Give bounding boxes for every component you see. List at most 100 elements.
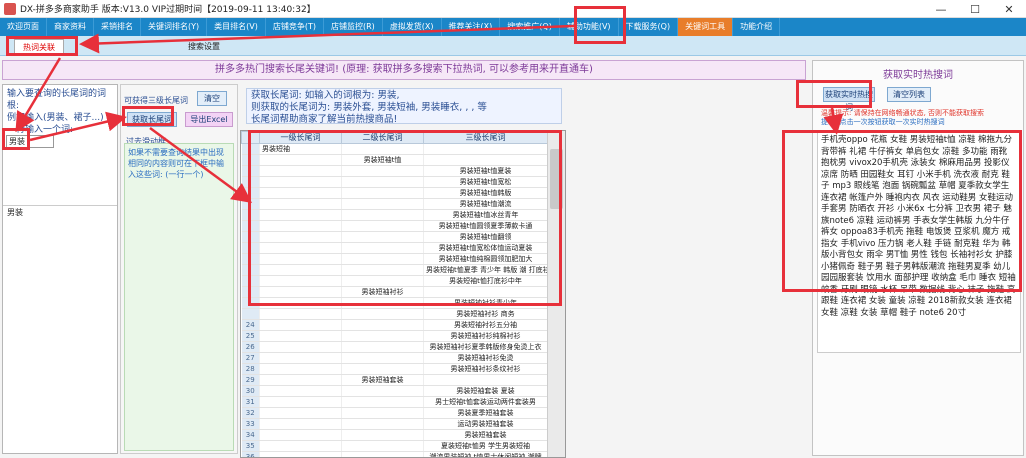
export-excel-button[interactable]: 导出Excel bbox=[185, 112, 233, 127]
table-row[interactable]: 30 男装短袖套装 夏装 bbox=[241, 385, 548, 397]
cell-level1 bbox=[259, 363, 342, 375]
cell-level1 bbox=[259, 330, 342, 342]
cell-level3: 夏装短袖t恤男 学生男装短袖 bbox=[423, 440, 548, 452]
cell-level1 bbox=[259, 352, 342, 364]
menu-sales-rank[interactable]: 采销排名 bbox=[94, 18, 141, 36]
list-item[interactable]: 男装 bbox=[3, 206, 117, 219]
cell-level3: 男装短袖衬衫条纹衬衫 bbox=[423, 363, 548, 375]
cell-level2 bbox=[341, 330, 424, 342]
menu-feature-intro[interactable]: 功能介绍 bbox=[733, 18, 781, 36]
menu-download[interactable]: 下载服务(Q) bbox=[619, 18, 679, 36]
row-number: 28 bbox=[241, 363, 260, 375]
menu-welcome[interactable]: 欢迎页面 bbox=[0, 18, 47, 36]
table-row[interactable]: 男装短袖衬衫 商务 bbox=[241, 308, 548, 320]
title-bar: DX-拼多多商家助手 版本:V13.0 VIP过期时间【2019-09-11 1… bbox=[0, 0, 1026, 18]
row-number: 25 bbox=[241, 330, 260, 342]
menu-store-competition[interactable]: 店铺竞争(T) bbox=[266, 18, 324, 36]
window-title: DX-拼多多商家助手 版本:V13.0 VIP过期时间【2019-09-11 1… bbox=[20, 5, 316, 15]
tab-search-settings[interactable]: 搜索设置 bbox=[180, 39, 228, 54]
cell-level1 bbox=[259, 407, 342, 419]
table-row[interactable]: 35 夏装短袖t恤男 学生男装短袖 bbox=[241, 440, 548, 452]
table-row[interactable]: 33 运动男装短袖套装 bbox=[241, 418, 548, 430]
menu-follow[interactable]: 推荐关注(X) bbox=[442, 18, 501, 36]
row-number bbox=[241, 308, 260, 320]
cell-level1 bbox=[259, 451, 342, 457]
row-number: 27 bbox=[241, 352, 260, 364]
cell-level1 bbox=[259, 385, 342, 397]
table-row[interactable]: 24 男装短袖衬衫五分袖 bbox=[241, 319, 548, 331]
info-line: 则获取的长尾词为: 男装外套, 男装短袖, 男装睡衣, , , 等 bbox=[251, 102, 487, 113]
cell-level2 bbox=[341, 385, 424, 397]
close-button[interactable]: ✕ bbox=[992, 0, 1026, 18]
menu-search-promo[interactable]: 搜索推广(Q) bbox=[500, 18, 560, 36]
cell-level1 bbox=[259, 319, 342, 331]
info-line: 长尾词帮助商家了解当前热搜商品! bbox=[251, 114, 398, 125]
cell-level2 bbox=[341, 308, 424, 320]
annotation-highlight bbox=[574, 6, 626, 44]
third-level-label: 可获得三级长尾词 bbox=[124, 96, 188, 105]
clear-list-button[interactable]: 清空列表 bbox=[887, 87, 931, 102]
menu-merchant-info[interactable]: 商家资料 bbox=[47, 18, 94, 36]
row-number: 29 bbox=[241, 374, 260, 386]
menu-keyword-rank[interactable]: 关键词排名(Y) bbox=[141, 18, 208, 36]
row-number: 32 bbox=[241, 407, 260, 419]
cell-level1 bbox=[259, 429, 342, 441]
row-number: 30 bbox=[241, 385, 260, 397]
row-number: 34 bbox=[241, 429, 260, 441]
table-row[interactable]: 32 男装夏季短袖套装 bbox=[241, 407, 548, 419]
table-row[interactable]: 28 男装短袖衬衫条纹衬衫 bbox=[241, 363, 548, 375]
table-row[interactable]: 31 男士短袖t恤套装运动两件套装男 bbox=[241, 396, 548, 408]
hot-search-title: 获取实时热搜词 bbox=[883, 70, 953, 81]
window-controls: — ☐ ✕ bbox=[924, 0, 1026, 18]
cell-level2 bbox=[341, 363, 424, 375]
table-row[interactable]: 34 男装短袖套装 bbox=[241, 429, 548, 441]
table-row[interactable]: 25 男装短袖衬衫纯棉衬衫 bbox=[241, 330, 548, 342]
cell-level2 bbox=[341, 319, 424, 331]
minimize-button[interactable]: — bbox=[924, 0, 958, 18]
cell-level2 bbox=[341, 352, 424, 364]
row-number: 26 bbox=[241, 341, 260, 353]
cell-level2 bbox=[341, 418, 424, 430]
cell-level3: 男装短袖套装 bbox=[423, 429, 548, 441]
row-number: 35 bbox=[241, 440, 260, 452]
annotation-highlight bbox=[122, 106, 174, 126]
clear-button[interactable]: 清空 bbox=[197, 91, 227, 106]
cell-level2 bbox=[341, 341, 424, 353]
cell-level1 bbox=[259, 308, 342, 320]
menu-store-monitor[interactable]: 店铺监控(R) bbox=[324, 18, 383, 36]
table-row[interactable]: 36 潮流男装短袖 t恤男士休闲短袖 潮牌 bbox=[241, 451, 548, 457]
menu-keyword-tools[interactable]: 关键词工具 bbox=[678, 18, 734, 36]
annotation-highlight bbox=[796, 80, 872, 108]
keyword-root-list[interactable]: 男装 bbox=[3, 205, 117, 453]
cell-level1 bbox=[259, 341, 342, 353]
cell-level2 bbox=[341, 440, 424, 452]
table-row[interactable]: 29 男装短袖套装 bbox=[241, 374, 548, 386]
row-number: 36 bbox=[241, 451, 260, 457]
cell-level3: 男装短袖衬衫五分袖 bbox=[423, 319, 548, 331]
cell-level2 bbox=[341, 396, 424, 408]
cell-level3: 男装短袖衬衫夏季韩版修身免烫上衣 bbox=[423, 341, 548, 353]
app-icon bbox=[4, 2, 16, 15]
cell-level1 bbox=[259, 374, 342, 386]
filter-words-box[interactable]: 如果不需要查询结果中出现相同的内容则可在下框中输入这些词: (一行一个) bbox=[124, 143, 234, 451]
cell-level2 bbox=[341, 451, 424, 457]
cell-level3: 男装夏季短袖套装 bbox=[423, 407, 548, 419]
cell-level1 bbox=[259, 396, 342, 408]
filter-hint: 如果不需要查询结果中出现相同的内容则可在下框中输入这些词: (一行一个) bbox=[128, 148, 224, 179]
table-row[interactable]: 27 男装短袖衬衫免烫 bbox=[241, 352, 548, 364]
menu-virtual-shipping[interactable]: 虚拟发货(X) bbox=[383, 18, 442, 36]
cell-level3: 男装短袖衬衫 商务 bbox=[423, 308, 548, 320]
info-line: 获取长尾词: 如输入的词根为: 男装, bbox=[251, 90, 400, 101]
cell-level3: 男装短袖衬衫纯棉衬衫 bbox=[423, 330, 548, 342]
menu-category-rank[interactable]: 类目排名(V) bbox=[207, 18, 266, 36]
annotation-highlight bbox=[6, 36, 78, 56]
annotation-highlight bbox=[782, 130, 1022, 292]
table-row[interactable]: 26 男装短袖衬衫夏季韩版修身免烫上衣 bbox=[241, 341, 548, 353]
row-number: 31 bbox=[241, 396, 260, 408]
annotation-highlight bbox=[2, 128, 30, 150]
feature-banner: 拼多多热门搜索长尾关键词! (原理: 获取拼多多搜索下拉热词, 可以参考用来开直… bbox=[2, 60, 806, 80]
maximize-button[interactable]: ☐ bbox=[958, 0, 992, 18]
cell-level2 bbox=[341, 429, 424, 441]
instruction-line: 例如输入(男装、裙子...) bbox=[7, 113, 104, 123]
cell-level3: 男装短袖套装 夏装 bbox=[423, 385, 548, 397]
